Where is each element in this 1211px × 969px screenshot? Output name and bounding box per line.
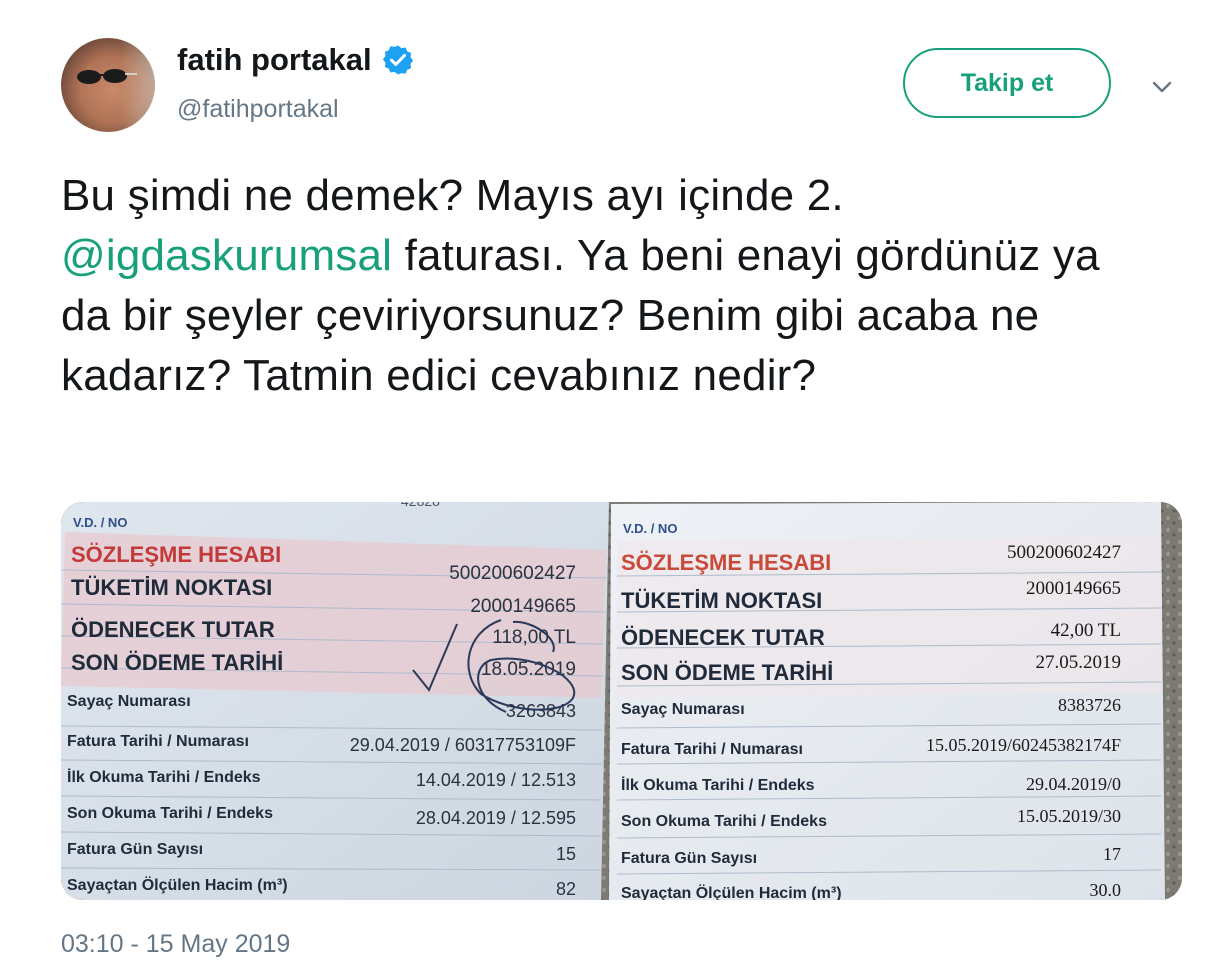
right-bill-label: Fatura Gün Sayısı (621, 850, 757, 867)
right-bill-value: 29.04.2019/0 (1026, 774, 1121, 794)
sunglasses-graphic (77, 69, 137, 84)
left-bill-value: 28.04.2019 / 12.595 (416, 808, 576, 828)
right-bill-label: ÖDENECEK TUTAR (621, 625, 825, 650)
mention-link[interactable]: @igdaskurumsal (61, 231, 392, 280)
left-bill-label: ÖDENECEK TUTAR (71, 617, 275, 642)
right-bill-label: Sayaç Numarası (621, 701, 745, 718)
left-bill-label: Son Okuma Tarihi / Endeks (67, 805, 273, 822)
left-bill-value: 118,00 TL (492, 627, 576, 648)
left-bill-top-partial: 42828 (401, 502, 440, 509)
right-bill-value: 8383726 (1058, 695, 1121, 715)
tweet-text: Bu şimdi ne demek? Mayıs ayı içinde 2. @… (61, 166, 1161, 406)
tweet-text-part1: Bu şimdi ne demek? Mayıs ayı içinde 2. (61, 171, 844, 220)
avatar[interactable] (61, 38, 155, 132)
left-bill-label: TÜKETİM NOKTASI (71, 575, 272, 600)
chevron-down-icon[interactable] (1149, 74, 1175, 100)
right-bill-value: 27.05.2019 (1036, 652, 1122, 673)
left-bill-value: 2000149665 (470, 596, 576, 617)
left-bill-label: Sayaç Numarası (67, 693, 191, 710)
left-bill-value: 82 (556, 879, 576, 899)
user-handle[interactable]: @fatihportakal (177, 95, 339, 124)
left-bill-label: Fatura Gün Sayısı (67, 841, 203, 858)
right-bill-value: 2000149665 (1026, 578, 1121, 599)
tweet-photo[interactable]: 42828 V.D. / NO SÖZLEŞME HESABI TÜKETİM N… (61, 502, 1182, 900)
right-bill-label: Son Okuma Tarihi / Endeks (621, 813, 827, 830)
left-bill-value: 14.04.2019 / 12.513 (416, 770, 576, 790)
left-bill-vd: V.D. / NO (73, 515, 127, 530)
right-bill-value: 500200602427 (1007, 542, 1121, 563)
tweet-timestamp[interactable]: 03:10 - 15 May 2019 (61, 930, 290, 959)
left-bill-label: İlk Okuma Tarihi / Endeks (67, 768, 261, 786)
right-bill-label: SÖZLEŞME HESABI (621, 550, 831, 575)
left-bill-value: 15 (556, 844, 576, 864)
left-bill-label: Sayaçtan Ölçülen Hacim (m³) (67, 875, 288, 894)
right-bill-label: TÜKETİM NOKTASI (621, 588, 822, 613)
follow-button[interactable]: Takip et (903, 48, 1111, 118)
left-bill-label: Fatura Tarihi / Numarası (67, 733, 249, 750)
right-bill-value: 30.0 (1090, 880, 1122, 900)
right-bill-vd: V.D. / NO (623, 521, 677, 536)
verified-badge-icon (382, 45, 413, 75)
display-name[interactable]: fatih portakal (177, 42, 414, 78)
right-bill-label: Fatura Tarihi / Numarası (621, 741, 803, 758)
display-name-text[interactable]: fatih portakal (177, 42, 372, 78)
right-bill-label: Sayaçtan Ölçülen Hacim (m³) (621, 883, 842, 900)
left-bill-value: 18.05.2019 (481, 659, 576, 680)
right-bill-label: İlk Okuma Tarihi / Endeks (621, 776, 815, 794)
right-bill-label: SON ÖDEME TARİHİ (621, 660, 833, 685)
right-bill-value: 15.05.2019/30 (1017, 806, 1121, 826)
left-bill-value: 29.04.2019 / 60317753109F (350, 735, 576, 755)
bills-photo: 42828 V.D. / NO SÖZLEŞME HESABI TÜKETİM N… (61, 502, 1182, 900)
right-bill-value: 15.05.2019/60245382174F (926, 735, 1121, 755)
left-bill-value: 500200602427 (449, 563, 576, 584)
left-bill-label: SON ÖDEME TARİHİ (71, 650, 283, 675)
left-bill-label: SÖZLEŞME HESABI (71, 542, 281, 567)
right-bill-value: 17 (1103, 844, 1121, 864)
right-bill-value: 42,00 TL (1051, 620, 1121, 641)
